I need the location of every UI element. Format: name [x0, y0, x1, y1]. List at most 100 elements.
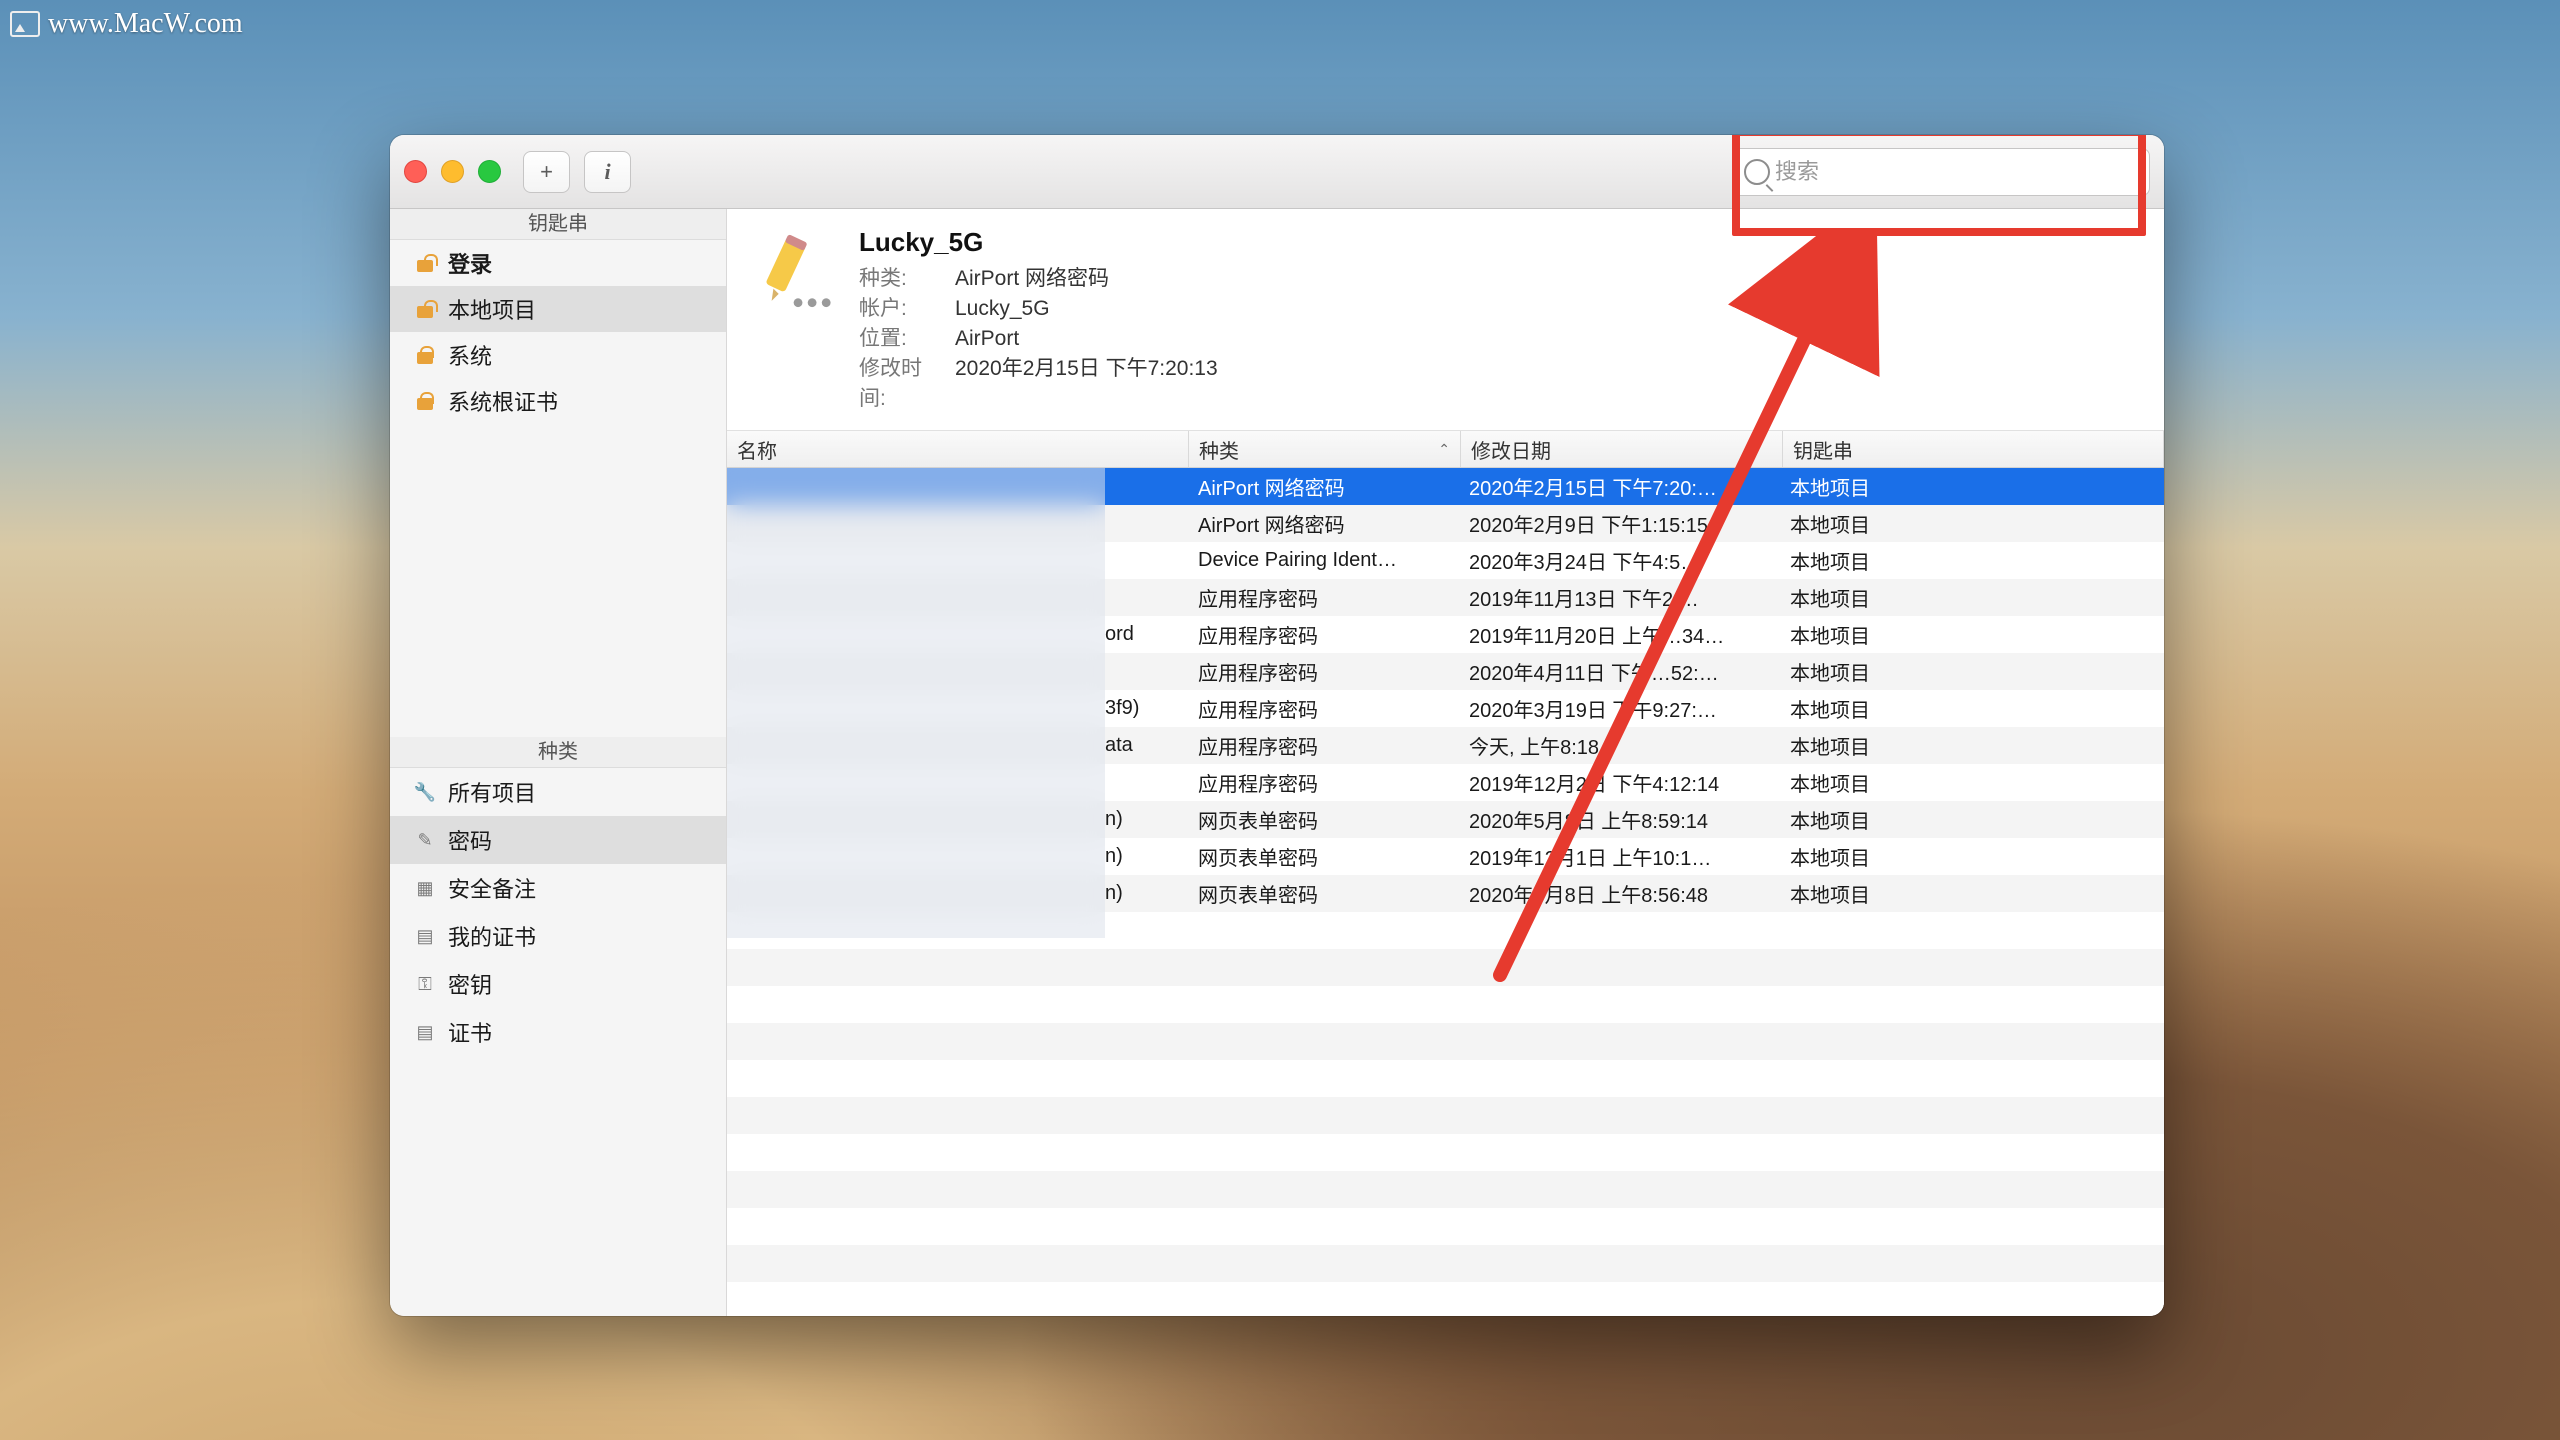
- table-row[interactable]: ord应用程序密码2019年11月20日 上午…34…本地项目: [727, 616, 2164, 653]
- table-row[interactable]: n)网页表单密码2019年12月1日 上午10:1…本地项目: [727, 838, 2164, 875]
- cell-kind: 应用程序密码: [1188, 657, 1459, 686]
- cell-kind: AirPort 网络密码: [1188, 472, 1459, 501]
- header-kind[interactable]: 种类⌃: [1189, 431, 1461, 467]
- cert-icon: ▤: [414, 1021, 436, 1043]
- cell-kind: 应用程序密码: [1188, 583, 1459, 612]
- cell-keychain: 本地项目: [1780, 879, 2164, 908]
- category-label: 安全备注: [448, 872, 536, 904]
- close-button[interactable]: [404, 160, 427, 183]
- titlebar: + i: [390, 135, 2164, 209]
- watermark-text: www.MacW.com: [48, 8, 243, 40]
- add-button[interactable]: +: [523, 151, 570, 193]
- cell-kind: 网页表单密码: [1188, 879, 1459, 908]
- category-item[interactable]: ✎ 密码: [390, 816, 726, 864]
- info-button[interactable]: i: [584, 151, 631, 193]
- modified-value: 2020年2月15日 下午7:20:13: [955, 354, 1218, 414]
- cell-kind: AirPort 网络密码: [1188, 509, 1459, 538]
- sidebar: 钥匙串 登录本地项目系统系统根证书 种类 🔧所有项目 ✎ 密码 ▦ 安全备注 ▤ 我的证书 ⚿…: [390, 209, 727, 1316]
- table-row[interactable]: AirPort 网络密码2020年2月9日 下午1:15:15本地项目: [727, 505, 2164, 542]
- category-label: 密钥: [448, 968, 492, 1000]
- cell-kind: 应用程序密码: [1188, 694, 1459, 723]
- cell-date: 2019年11月13日 下午2:…: [1459, 583, 1780, 612]
- wrench-icon: 🔧: [414, 781, 436, 803]
- location-value: AirPort: [955, 324, 1019, 354]
- header-keychain[interactable]: 钥匙串: [1783, 431, 2164, 467]
- keychain-item[interactable]: 登录: [390, 240, 726, 286]
- cell-kind: 应用程序密码: [1188, 768, 1459, 797]
- category-item[interactable]: ▤ 我的证书: [390, 912, 726, 960]
- cell-date: 2019年12月2日 下午4:12:14: [1459, 768, 1780, 797]
- keychain-item[interactable]: 系统: [390, 332, 726, 378]
- account-label: 帐户:: [859, 294, 937, 324]
- category-label: 密码: [448, 824, 492, 856]
- keychain-label: 登录: [448, 247, 492, 279]
- note-icon: ▦: [414, 877, 436, 899]
- keychain-list: 登录本地项目系统系统根证书: [390, 240, 726, 424]
- cell-date: 2020年3月24日 下午4:5…: [1459, 546, 1780, 575]
- category-item[interactable]: ⚿ 密钥: [390, 960, 726, 1008]
- zoom-button[interactable]: [478, 160, 501, 183]
- main-content: Lucky_5G 种类:AirPort 网络密码 帐户:Lucky_5G 位置:…: [727, 209, 2164, 1316]
- cell-name: ata: [727, 734, 1188, 757]
- cell-kind: Device Pairing Ident…: [1188, 549, 1459, 572]
- sort-asc-icon: ⌃: [1438, 441, 1450, 458]
- detail-title: Lucky_5G: [859, 227, 2144, 258]
- cell-kind: 应用程序密码: [1188, 620, 1459, 649]
- table-rows: AirPort 网络密码2020年2月15日 下午7:20:…本地项目AirPo…: [727, 468, 2164, 1316]
- password-icon: [747, 227, 835, 315]
- search-input[interactable]: [1732, 148, 2150, 196]
- window-controls: [404, 160, 501, 183]
- table-row[interactable]: n)网页表单密码2020年5月8日 上午8:56:48本地项目: [727, 875, 2164, 912]
- account-value: Lucky_5G: [955, 294, 1050, 324]
- keychain-label: 系统: [448, 339, 492, 371]
- cell-keychain: 本地项目: [1780, 694, 2164, 723]
- item-detail: Lucky_5G 种类:AirPort 网络密码 帐户:Lucky_5G 位置:…: [727, 209, 2164, 431]
- key-icon: ⚿: [414, 973, 436, 995]
- cell-name: n): [727, 882, 1188, 905]
- cell-keychain: 本地项目: [1780, 768, 2164, 797]
- minimize-button[interactable]: [441, 160, 464, 183]
- categories-header: 种类: [390, 737, 726, 768]
- header-name[interactable]: 名称: [727, 431, 1189, 467]
- cell-kind: 网页表单密码: [1188, 842, 1459, 871]
- header-date[interactable]: 修改日期: [1461, 431, 1783, 467]
- table-row[interactable]: AirPort 网络密码2020年2月15日 下午7:20:…本地项目: [727, 468, 2164, 505]
- category-item[interactable]: ▦ 安全备注: [390, 864, 726, 912]
- category-item[interactable]: ▤证书: [390, 1008, 726, 1056]
- cell-keychain: 本地项目: [1780, 657, 2164, 686]
- cell-keychain: 本地项目: [1780, 472, 2164, 501]
- cell-name: n): [727, 845, 1188, 868]
- watermark: www.MacW.com: [10, 8, 243, 40]
- keychain-access-window: + i 钥匙串 登录本地项目系统系统根证书 种类 🔧所有项目✎密码▦安全备注▤我…: [390, 135, 2164, 1316]
- table-row[interactable]: 应用程序密码2019年12月2日 下午4:12:14本地项目: [727, 764, 2164, 801]
- table-row[interactable]: ata应用程序密码今天, 上午8:18本地项目: [727, 727, 2164, 764]
- keychains-header: 钥匙串: [390, 209, 726, 240]
- table-row[interactable]: 3f9)应用程序密码2020年3月19日 下午9:27:…本地项目: [727, 690, 2164, 727]
- keychain-item[interactable]: 本地项目: [390, 286, 726, 332]
- cell-keychain: 本地项目: [1780, 805, 2164, 834]
- keychain-item[interactable]: 系统根证书: [390, 378, 726, 424]
- lock-icon: [414, 298, 436, 320]
- cell-date: 2019年11月20日 上午…34…: [1459, 620, 1780, 649]
- kind-value: AirPort 网络密码: [955, 264, 1109, 294]
- info-icon: i: [604, 159, 610, 185]
- cell-date: 2019年12月1日 上午10:1…: [1459, 842, 1780, 871]
- category-item[interactable]: 🔧所有项目: [390, 768, 726, 816]
- modified-label: 修改时间:: [859, 354, 937, 414]
- table-row[interactable]: n)网页表单密码2020年5月8日 上午8:59:14本地项目: [727, 801, 2164, 838]
- lock-icon: [414, 252, 436, 274]
- pencil-icon: ✎: [414, 829, 436, 851]
- search-wrap: [1732, 148, 2150, 196]
- table-row[interactable]: 应用程序密码2019年11月13日 下午2:…本地项目: [727, 579, 2164, 616]
- search-icon: [1744, 159, 1770, 185]
- category-list: 🔧所有项目 ✎ 密码 ▦ 安全备注 ▤ 我的证书 ⚿ 密钥 ▤证书: [390, 768, 726, 1056]
- kind-label: 种类:: [859, 264, 937, 294]
- table-row[interactable]: Device Pairing Ident…2020年3月24日 下午4:5…本地…: [727, 542, 2164, 579]
- cell-date: 2020年4月11日 下午…52:…: [1459, 657, 1780, 686]
- category-label: 我的证书: [448, 920, 536, 952]
- watermark-icon: [10, 11, 40, 37]
- cert-icon: ▤: [414, 925, 436, 947]
- table-row[interactable]: 应用程序密码2020年4月11日 下午…52:…本地项目: [727, 653, 2164, 690]
- cell-name: n): [727, 808, 1188, 831]
- plus-icon: +: [540, 159, 553, 185]
